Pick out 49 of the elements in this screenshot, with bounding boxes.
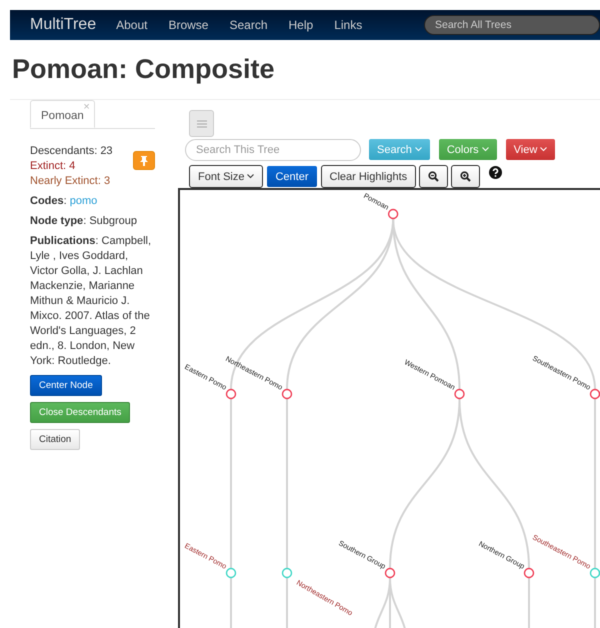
tree-node[interactable] — [282, 388, 292, 400]
tree-node[interactable] — [226, 388, 236, 400]
branch-line — [230, 578, 232, 628]
branch-line — [594, 578, 596, 628]
dropdown-button[interactable]: Font Size — [189, 165, 264, 188]
info-text: Publications: Campbell, Lyle , Ives Goddard, Victor Golla, J. Lachlan Mackenzie, Marianne Mithun & Mauricio J. Mixco. 2007. Atlas of the World's Languages, 2 edn., 8. London, New York: Routledge. — [30, 234, 152, 369]
zoom-in-button[interactable] — [451, 165, 480, 188]
brand-link[interactable]: MultiTree — [30, 16, 96, 34]
nav-link[interactable]: Search — [229, 18, 268, 32]
pin-button[interactable] — [133, 151, 155, 170]
menu-button[interactable] — [189, 110, 214, 137]
action-button[interactable]: Center Node — [30, 375, 102, 396]
tree-node[interactable] — [524, 568, 534, 578]
stat-text: Nearly Extinct: 3 — [30, 174, 112, 189]
zoom-out-button[interactable] — [419, 165, 448, 188]
caret-icon — [540, 147, 548, 152]
zoom-out-icon — [428, 171, 440, 182]
tree-node[interactable] — [226, 568, 236, 578]
caret-icon — [482, 147, 489, 152]
tree-node[interactable] — [384, 568, 396, 578]
pin-icon — [140, 156, 148, 166]
menu-icon — [196, 120, 206, 128]
search-field[interactable]: Search All Trees — [424, 15, 600, 35]
caret-icon — [247, 174, 254, 179]
info-text: Codes: pomo — [30, 194, 98, 209]
branch-line — [373, 577, 407, 628]
toolbar-button[interactable]: Clear Highlights — [320, 165, 416, 188]
tab[interactable]: Pomoan × — [30, 100, 95, 128]
branch-line — [286, 578, 288, 628]
page-title: Pomoan: Composite — [12, 54, 276, 85]
branch-line — [528, 578, 530, 628]
caret-icon — [414, 147, 422, 152]
zoom-in-icon — [460, 171, 472, 182]
help-icon[interactable] — [489, 166, 502, 179]
tree-node[interactable] — [282, 568, 292, 578]
tree-node[interactable] — [590, 568, 600, 578]
tree-node[interactable] — [454, 388, 465, 400]
action-button[interactable]: Citation — [30, 429, 80, 450]
stat-text: Descendants: 23 — [30, 144, 113, 159]
tree-node[interactable] — [388, 208, 398, 220]
tree-node[interactable] — [590, 388, 600, 400]
nav-link[interactable]: Browse — [168, 18, 208, 32]
toolbar-button[interactable]: Center — [266, 165, 318, 188]
nav-link[interactable]: About — [116, 18, 148, 32]
nav-link[interactable]: Help — [288, 18, 314, 32]
info-text: Node type: Subgroup — [30, 214, 138, 229]
nav-link[interactable]: Links — [334, 18, 362, 32]
dropdown-button[interactable]: View — [504, 138, 556, 161]
stat-text: Extinct: 4 — [30, 159, 76, 174]
